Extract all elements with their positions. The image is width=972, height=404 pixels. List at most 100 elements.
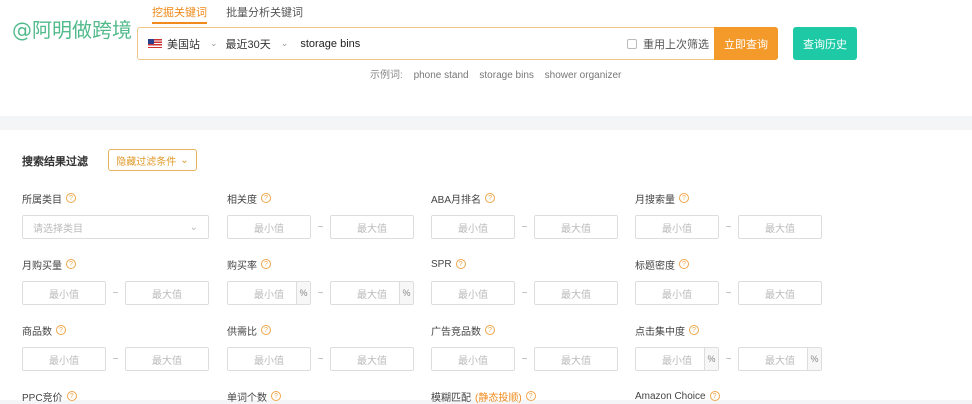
percent-unit: % xyxy=(704,348,718,370)
field-label: 供需比 xyxy=(227,326,257,338)
max-placeholder: 最大值 xyxy=(765,355,795,367)
reuse-filter-label: 重用上次筛选 xyxy=(643,38,709,51)
min-input[interactable]: 最小值 xyxy=(227,347,311,371)
field-label: 商品数 xyxy=(22,326,52,338)
search-input[interactable]: storage bins xyxy=(300,38,360,50)
min-input[interactable]: 最小值% xyxy=(635,347,719,371)
max-input[interactable]: 最大值 xyxy=(534,215,618,239)
category-select[interactable]: 请选择类目 ⌄ xyxy=(22,215,209,239)
product-count-filter: 商品数? 最小值 ~ 最大值 xyxy=(22,323,209,371)
min-input[interactable]: 最小值% xyxy=(227,281,311,305)
ppc-bid-filter: PPC竞价? xyxy=(22,389,77,404)
chevron-down-icon: ⌄ xyxy=(180,154,189,166)
field-label: ABA月排名 xyxy=(431,194,482,206)
click-concentration-filter: 点击集中度? 最小值% ~ 最大值% xyxy=(635,323,822,371)
monthly-purchase-filter: 月购买量? 最小值 ~ 最大值 xyxy=(22,257,209,305)
search-button[interactable]: 立即查询 xyxy=(714,27,778,60)
tab-keyword-mining[interactable]: 挖掘关键词 xyxy=(152,7,207,24)
title-density-filter: 标题密度? 最小值 ~ 最大值 xyxy=(635,257,822,305)
range-separator: ~ xyxy=(521,287,528,299)
range-separator: ~ xyxy=(725,353,732,365)
tab-batch-analysis[interactable]: 批量分析关键词 xyxy=(226,7,303,19)
range-separator: ~ xyxy=(725,287,732,299)
min-placeholder: 最小值 xyxy=(662,355,692,367)
percent-unit: % xyxy=(807,348,821,370)
range-separator: ~ xyxy=(521,353,528,365)
field-label: 月搜索量 xyxy=(635,194,675,206)
monthly-search-filter: 月搜索量? 最小值 ~ 最大值 xyxy=(635,191,822,239)
checkbox-icon[interactable] xyxy=(627,38,637,49)
reuse-filter-checkbox[interactable]: 重用上次筛选 xyxy=(627,36,709,52)
example-keyword[interactable]: storage bins xyxy=(479,70,533,81)
field-label: 点击集中度 xyxy=(635,326,685,338)
max-input[interactable]: 最大值 xyxy=(125,281,209,305)
max-input[interactable]: 最大值% xyxy=(330,281,414,305)
max-input[interactable]: 最大值 xyxy=(330,215,414,239)
example-keyword[interactable]: shower organizer xyxy=(545,70,622,81)
help-icon[interactable]: ? xyxy=(485,325,495,335)
help-icon[interactable]: ? xyxy=(679,259,689,269)
filter-panel: 搜索结果过滤 隐藏过滤条件 ⌄ 所属类目? 请选择类目 ⌄ 相关度? 最小值 ~ 最… xyxy=(0,130,972,404)
watermark: @阿明做跨境 xyxy=(12,18,132,42)
help-icon[interactable]: ? xyxy=(679,193,689,203)
max-input[interactable]: 最大值 xyxy=(738,215,822,239)
field-label: 所属类目 xyxy=(22,194,62,206)
min-input[interactable]: 最小值 xyxy=(22,347,106,371)
help-icon[interactable]: ? xyxy=(455,259,466,269)
site-select[interactable]: 美国站 xyxy=(167,36,200,52)
relevance-filter: 相关度? 最小值 ~ 最大值 xyxy=(227,191,414,239)
min-input[interactable]: 最小值 xyxy=(635,281,719,305)
max-input[interactable]: 最大值 xyxy=(534,347,618,371)
period-select[interactable]: 最近30天 xyxy=(226,36,271,52)
hide-filters-button[interactable]: 隐藏过滤条件 ⌄ xyxy=(108,149,197,171)
help-icon[interactable]: ? xyxy=(56,325,66,335)
fuzzy-match-hint[interactable]: (静态投顺) xyxy=(475,389,522,404)
range-separator: ~ xyxy=(725,221,732,233)
search-header: @阿明做跨境 挖掘关键词 批量分析关键词 美国站 ⌄ 最近30天 ⌄ stora… xyxy=(0,0,972,116)
help-icon[interactable]: ? xyxy=(261,259,271,269)
aba-rank-filter: ABA月排名? 最小值 ~ 最大值 xyxy=(431,191,618,239)
field-label: PPC竞价 xyxy=(22,392,63,404)
min-input[interactable]: 最小值 xyxy=(227,215,311,239)
help-icon[interactable]: ? xyxy=(261,325,271,335)
range-separator: ~ xyxy=(317,353,324,365)
help-icon[interactable]: ? xyxy=(689,325,699,335)
range-separator: ~ xyxy=(112,353,119,365)
max-input[interactable]: 最大值 xyxy=(534,281,618,305)
help-icon[interactable]: ? xyxy=(66,259,76,269)
min-input[interactable]: 最小值 xyxy=(22,281,106,305)
max-input[interactable]: 最大值% xyxy=(738,347,822,371)
range-separator: ~ xyxy=(317,287,324,299)
range-separator: ~ xyxy=(112,287,119,299)
example-keywords: 示例词: phone stand storage bins shower org… xyxy=(370,66,629,81)
max-input[interactable]: 最大值 xyxy=(738,281,822,305)
min-input[interactable]: 最小值 xyxy=(431,281,515,305)
field-label: 月购买量 xyxy=(22,260,62,272)
amazon-choice-filter: Amazon Choice? xyxy=(635,389,720,403)
min-input[interactable]: 最小值 xyxy=(431,347,515,371)
example-keyword[interactable]: phone stand xyxy=(414,70,469,81)
supply-demand-filter: 供需比? 最小值 ~ 最大值 xyxy=(227,323,414,371)
field-label: SPR xyxy=(431,258,452,270)
us-flag-icon xyxy=(148,39,162,48)
help-icon[interactable]: ? xyxy=(261,193,271,203)
chevron-down-icon[interactable]: ⌄ xyxy=(210,38,218,49)
search-bar: 美国站 ⌄ 最近30天 ⌄ storage bins 重用上次筛选 立即查询 xyxy=(137,27,778,60)
min-placeholder: 最小值 xyxy=(254,289,284,301)
field-label: 相关度 xyxy=(227,194,257,206)
purchase-rate-filter: 购买率? 最小值% ~ 最大值% xyxy=(227,257,414,305)
field-label: 购买率 xyxy=(227,260,257,272)
fuzzy-match-filter: 模糊匹配 (静态投顺)? xyxy=(431,389,536,404)
max-input[interactable]: 最大值 xyxy=(330,347,414,371)
help-icon[interactable]: ? xyxy=(66,193,76,203)
history-button[interactable]: 查询历史 xyxy=(793,27,857,60)
chevron-down-icon[interactable]: ⌄ xyxy=(281,38,289,49)
word-count-filter: 单词个数? xyxy=(227,389,281,404)
max-input[interactable]: 最大值 xyxy=(125,347,209,371)
help-icon[interactable]: ? xyxy=(485,193,496,203)
min-input[interactable]: 最小值 xyxy=(431,215,515,239)
category-placeholder: 请选择类目 xyxy=(33,223,83,235)
field-label: 模糊匹配 xyxy=(431,392,471,404)
min-input[interactable]: 最小值 xyxy=(635,215,719,239)
ad-product-count-filter: 广告竞品数? 最小值 ~ 最大值 xyxy=(431,323,618,371)
